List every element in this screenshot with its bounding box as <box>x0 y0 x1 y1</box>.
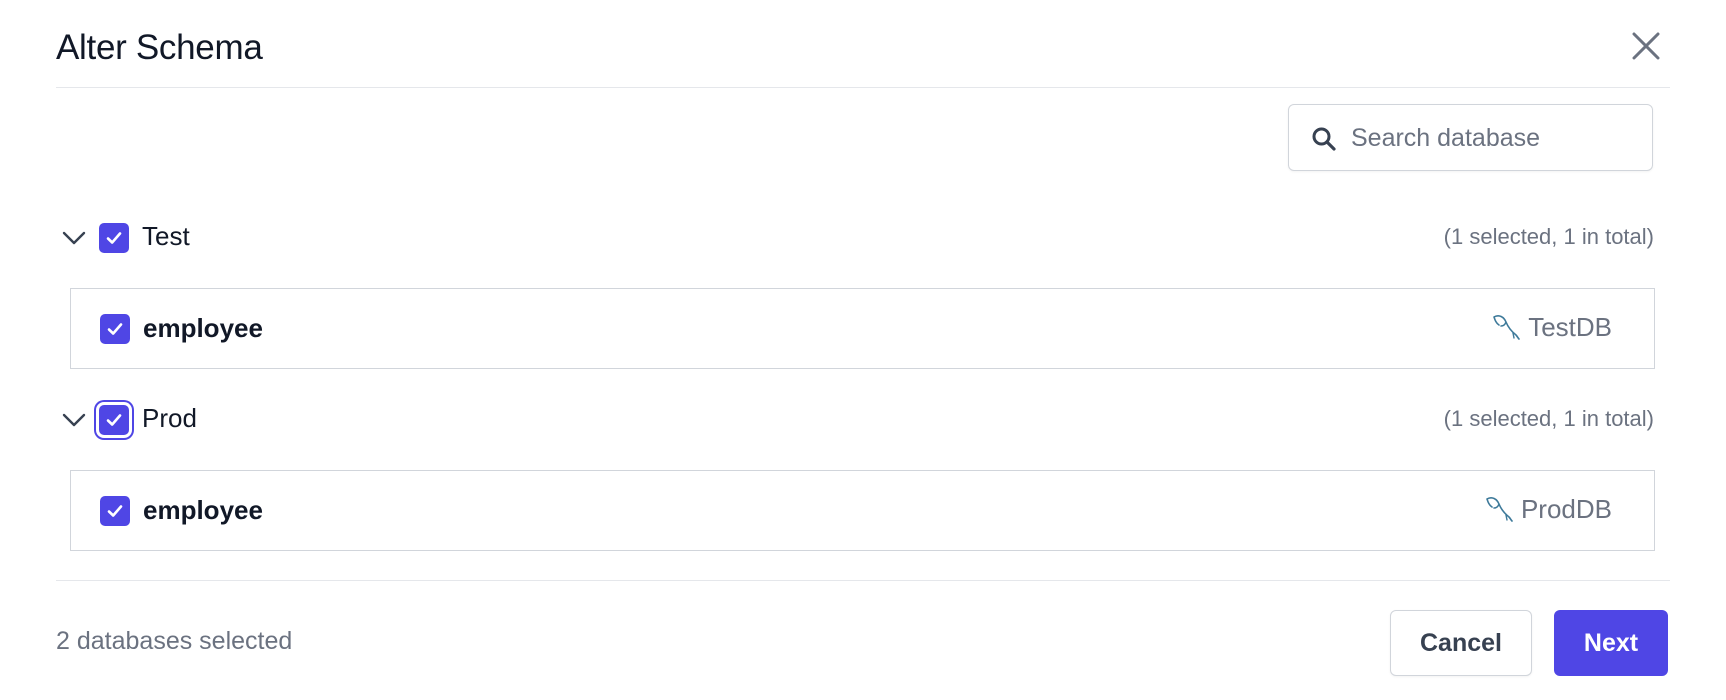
group-checkbox-test[interactable] <box>99 223 129 253</box>
close-icon <box>1632 32 1660 60</box>
group-row-test: Test (1 selected, 1 in total) <box>56 208 1654 268</box>
search-input[interactable] <box>1351 115 1641 161</box>
check-icon <box>107 505 123 517</box>
group-row-prod: Prod (1 selected, 1 in total) <box>56 390 1654 450</box>
mysql-dolphin-icon <box>1493 315 1520 340</box>
database-item[interactable]: employee TestDB <box>70 288 1655 369</box>
selection-summary: 2 databases selected <box>56 627 293 655</box>
search-box <box>1288 104 1653 171</box>
database-checkbox[interactable] <box>100 314 130 344</box>
group-selection-count: (1 selected, 1 in total) <box>1443 224 1654 249</box>
database-name: employee <box>143 495 263 525</box>
database-environment: TestDB <box>1490 311 1612 343</box>
environment-label: ProdDB <box>1520 493 1612 524</box>
group-selection-count: (1 selected, 1 in total) <box>1443 406 1654 431</box>
search-icon <box>1312 127 1336 151</box>
cancel-button[interactable]: Cancel <box>1390 610 1532 676</box>
next-button[interactable]: Next <box>1554 610 1668 676</box>
group-name: Prod <box>142 403 197 433</box>
check-icon <box>106 232 122 244</box>
close-button[interactable] <box>1626 26 1666 66</box>
chevron-down-icon[interactable] <box>60 224 88 252</box>
environment-label: TestDB <box>1528 311 1612 342</box>
chevron-down-icon[interactable] <box>60 406 88 434</box>
mysql-dolphin-icon <box>1486 497 1513 522</box>
database-item[interactable]: employee ProdDB <box>70 470 1655 551</box>
footer-divider <box>56 580 1670 581</box>
database-checkbox[interactable] <box>100 496 130 526</box>
database-name: employee <box>143 313 263 343</box>
group-checkbox-prod[interactable] <box>99 405 129 435</box>
dialog-title: Alter Schema <box>56 28 263 67</box>
database-environment: ProdDB <box>1483 493 1612 525</box>
group-name: Test <box>142 221 190 251</box>
dialog-header: Alter Schema <box>56 0 1670 88</box>
check-icon <box>106 414 122 426</box>
check-icon <box>107 323 123 335</box>
